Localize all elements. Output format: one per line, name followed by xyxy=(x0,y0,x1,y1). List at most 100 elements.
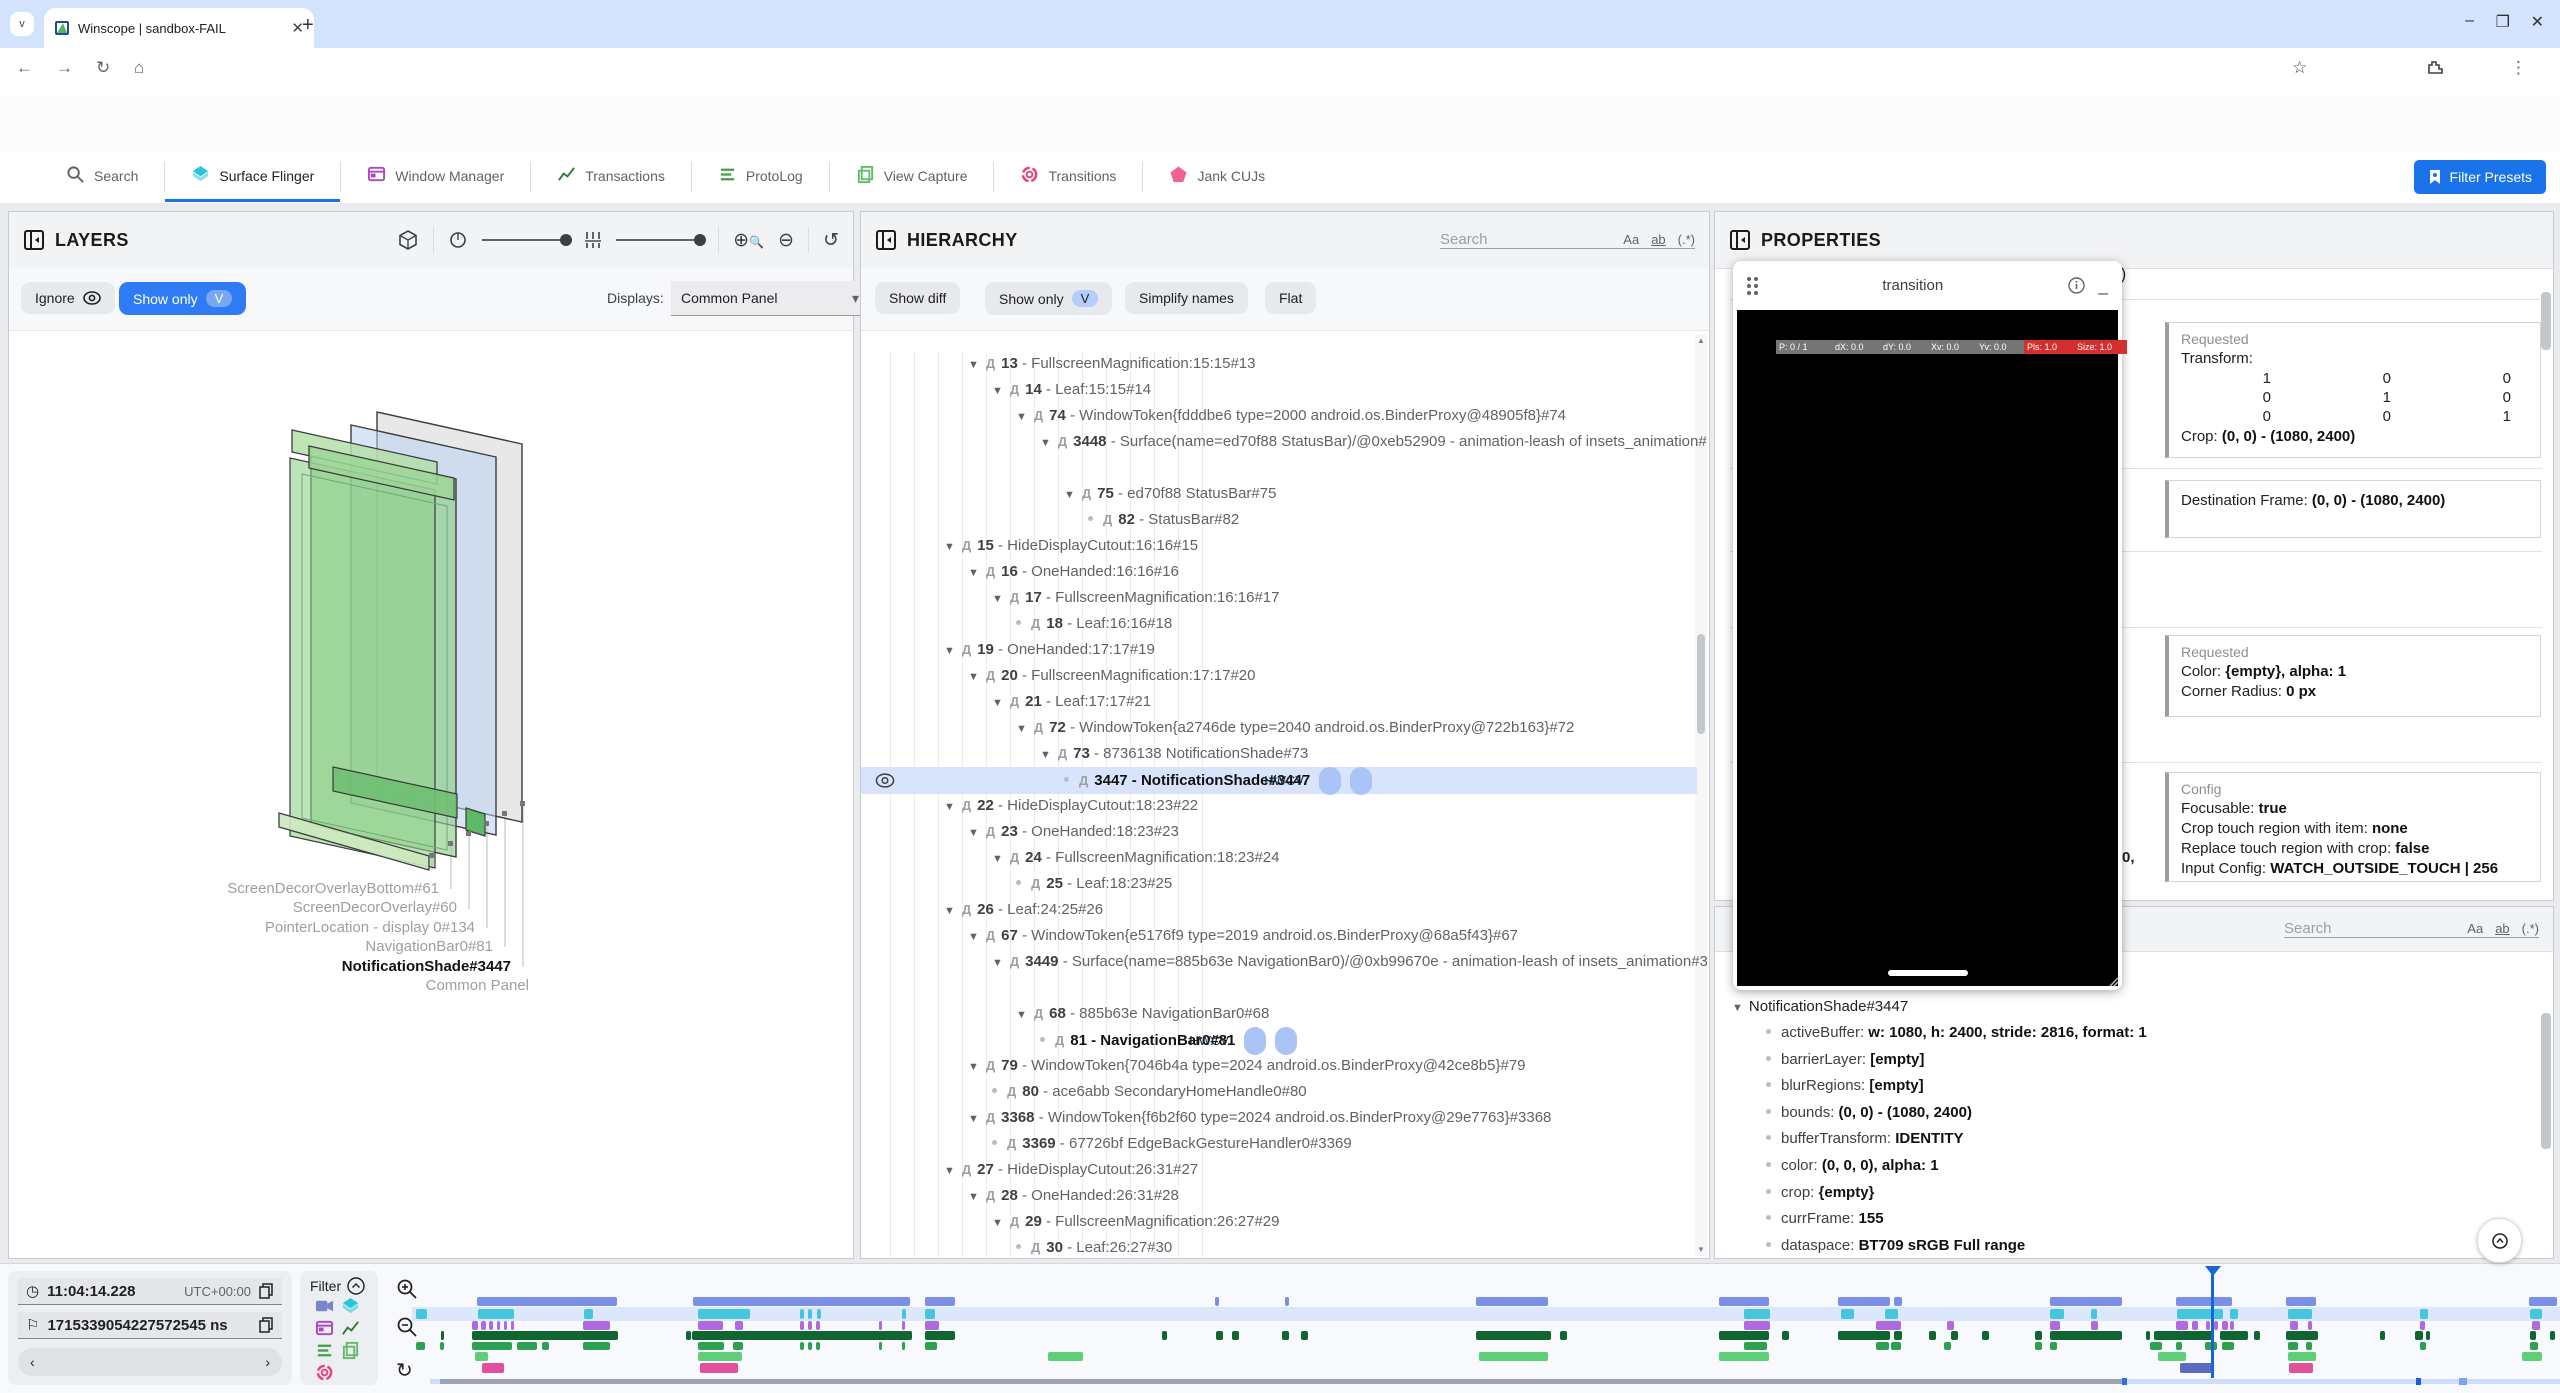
filter-window-manager-icon[interactable] xyxy=(313,1319,335,1337)
trace-segment-transactions[interactable] xyxy=(441,1331,444,1340)
trace-segment-window-manager[interactable] xyxy=(511,1321,514,1330)
panel-collapse-icon[interactable] xyxy=(875,229,897,251)
trace-segment-transactions[interactable] xyxy=(1982,1331,1989,1340)
layer-label[interactable]: Common Panel xyxy=(109,977,529,994)
expander-arrow-icon[interactable]: ▼ xyxy=(968,567,979,579)
trace-segment-screen-recording[interactable] xyxy=(2176,1297,2232,1306)
timeline-cursor-head[interactable] xyxy=(2205,1266,2221,1276)
expander-arrow-icon[interactable]: ▼ xyxy=(944,645,955,657)
trace-segment-window-manager[interactable] xyxy=(735,1321,743,1330)
trace-segment-window-manager[interactable] xyxy=(2290,1321,2298,1330)
trace-segment-protolog[interactable] xyxy=(902,1342,905,1350)
trace-segment-protolog[interactable] xyxy=(1944,1342,1951,1350)
trace-segment-protolog[interactable] xyxy=(698,1342,724,1350)
expander-arrow-icon[interactable]: ▼ xyxy=(1732,1002,1743,1014)
tree-node-25[interactable]: Д25 - Leaf:18:23#25 xyxy=(1016,871,1707,897)
window-close-button[interactable]: ✕ xyxy=(2531,12,2544,32)
back-icon[interactable]: ← xyxy=(16,58,33,78)
trace-segment-transactions[interactable] xyxy=(1838,1331,1890,1340)
trace-segment-surface-flinger[interactable] xyxy=(800,1309,804,1319)
trace-segment-surface-flinger[interactable] xyxy=(2288,1309,2312,1319)
trace-segment-surface-flinger[interactable] xyxy=(2050,1309,2064,1319)
tree-node-67[interactable]: ▼Д67 - WindowToken{e5176f9 type=2019 and… xyxy=(968,923,1707,950)
trace-segment-transactions[interactable] xyxy=(2035,1331,2042,1340)
trace-segment-window-manager[interactable] xyxy=(2222,1321,2228,1330)
human-time-field[interactable]: ◷ 11:04:14.228 UTC+00:00 xyxy=(18,1278,282,1305)
expander-arrow-icon[interactable]: ▼ xyxy=(968,1061,979,1073)
trace-segment-jank-cujs[interactable] xyxy=(700,1363,738,1373)
trace-segment-jank-cujs[interactable] xyxy=(482,1363,504,1373)
trace-segment-window-manager[interactable] xyxy=(2308,1321,2312,1330)
trace-segment-view-capture[interactable] xyxy=(1048,1352,1083,1361)
tree-node-30[interactable]: Д30 - Leaf:26:27#30 xyxy=(1016,1235,1707,1258)
trace-segment-surface-flinger[interactable] xyxy=(925,1309,935,1319)
timeline-cursor[interactable] xyxy=(2211,1268,2214,1378)
property-item[interactable]: currFrame: 155 xyxy=(1766,1210,1884,1227)
trace-segment-surface-flinger[interactable] xyxy=(1885,1309,1898,1319)
zoom-in-icon[interactable]: ⊕🔍 xyxy=(733,229,764,252)
tree-node-29[interactable]: ▼Д29 - FullscreenMagnification:26:27#29 xyxy=(992,1209,1707,1236)
tree-node-27[interactable]: ▼Д27 - HideDisplayCutout:26:31#27 xyxy=(944,1157,1707,1184)
filter-presets-button[interactable]: Filter Presets xyxy=(2414,160,2546,194)
trace-segment-protolog[interactable] xyxy=(1744,1342,1767,1350)
trace-segment-surface-flinger[interactable] xyxy=(2177,1309,2223,1319)
trace-segment-protolog[interactable] xyxy=(733,1342,743,1350)
reset-view-icon[interactable]: ↺ xyxy=(823,229,839,252)
property-item[interactable]: color: (0, 0, 0), alpha: 1 xyxy=(1766,1157,1939,1174)
scroll-up-icon[interactable]: ▲ xyxy=(1697,336,1705,345)
filter-protolog-icon[interactable] xyxy=(313,1341,335,1359)
trace-segment-protolog[interactable] xyxy=(416,1342,425,1350)
trace-segment-surface-flinger[interactable] xyxy=(1744,1309,1770,1319)
trace-segment-window-manager[interactable] xyxy=(2230,1321,2234,1330)
ns-time-field[interactable]: ⚐ 1715339054227572545 ns xyxy=(18,1312,282,1339)
trace-segment-surface-flinger[interactable] xyxy=(817,1309,821,1319)
trace-segment-surface-flinger[interactable] xyxy=(2230,1309,2238,1319)
trace-segment-window-manager[interactable] xyxy=(1744,1321,1770,1330)
trace-segment-protolog[interactable] xyxy=(472,1342,512,1350)
show-only-v-chip[interactable]: Show only V xyxy=(119,282,246,315)
trace-segment-window-manager[interactable] xyxy=(2176,1321,2188,1330)
tree-node-22[interactable]: ▼Д22 - HideDisplayCutout:18:23#22 xyxy=(944,793,1707,820)
expander-arrow-icon[interactable]: ▼ xyxy=(944,801,955,813)
trace-segment-screen-recording[interactable] xyxy=(1719,1297,1769,1306)
trace-segment-transactions[interactable] xyxy=(2550,1331,2555,1340)
collapse-filter-icon[interactable] xyxy=(347,1277,365,1295)
info-icon[interactable] xyxy=(2068,277,2085,294)
3d-view-icon[interactable] xyxy=(397,229,419,251)
expander-arrow-icon[interactable]: ▼ xyxy=(992,593,1003,605)
layer-label[interactable]: NavigationBar0#81 xyxy=(73,938,493,955)
expander-arrow-icon[interactable]: ▼ xyxy=(1040,749,1051,761)
trace-segment-transactions[interactable] xyxy=(2415,1331,2423,1340)
trace-segment-transactions[interactable] xyxy=(2286,1331,2318,1340)
properties-search-field[interactable]: Search Aa ab (.*) xyxy=(2284,920,2539,938)
tree-node-28[interactable]: ▼Д28 - OneHanded:26:31#28 xyxy=(968,1183,1707,1210)
resize-handle-icon[interactable] xyxy=(2105,973,2119,987)
home-icon[interactable]: ⌂ xyxy=(134,58,144,78)
trace-segment-protolog[interactable] xyxy=(2050,1342,2057,1350)
expander-arrow-icon[interactable]: ▼ xyxy=(968,671,979,683)
expander-arrow-icon[interactable]: ▼ xyxy=(992,853,1003,865)
expander-arrow-icon[interactable]: ▼ xyxy=(968,359,979,371)
filter-view-capture-icon[interactable] xyxy=(339,1341,361,1359)
prev-frame-icon[interactable]: ‹ xyxy=(30,1354,35,1370)
timeline-reset-zoom-icon[interactable]: ↻ xyxy=(396,1358,413,1383)
copy-icon[interactable] xyxy=(259,1283,274,1299)
timeline-zoom-in-icon[interactable] xyxy=(396,1278,418,1306)
trace-segment-window-manager[interactable] xyxy=(2420,1321,2425,1330)
trace-segment-window-manager[interactable] xyxy=(925,1321,939,1330)
trace-segment-window-manager[interactable] xyxy=(2214,1321,2218,1330)
property-root-node[interactable]: ▼NotificationShade#3447 xyxy=(1732,998,1908,1015)
expander-arrow-icon[interactable]: ▼ xyxy=(992,1217,1003,1229)
minimize-overlay-icon[interactable]: _ xyxy=(2099,276,2108,296)
tree-node-74[interactable]: ▼Д74 - WindowToken{fdddbe6 type=2000 and… xyxy=(1016,403,1707,430)
trace-segment-transactions[interactable] xyxy=(2220,1331,2248,1340)
tree-node-3368[interactable]: ▼Д3368 - WindowToken{f6b2f60 type=2024 a… xyxy=(968,1105,1707,1132)
property-item[interactable]: activeBuffer: w: 1080, h: 2400, stride: … xyxy=(1766,1024,2147,1041)
eye-icon[interactable] xyxy=(875,773,895,788)
trace-segment-window-manager[interactable] xyxy=(2532,1321,2540,1330)
layer-label[interactable]: ScreenDecorOverlayBottom#61 xyxy=(19,880,439,897)
regex-icon[interactable]: (.*) xyxy=(1678,232,1695,247)
trace-segment-transactions[interactable] xyxy=(1282,1331,1289,1340)
trace-segment-window-manager[interactable] xyxy=(2091,1321,2098,1330)
regex-icon[interactable]: (.*) xyxy=(2522,921,2539,936)
